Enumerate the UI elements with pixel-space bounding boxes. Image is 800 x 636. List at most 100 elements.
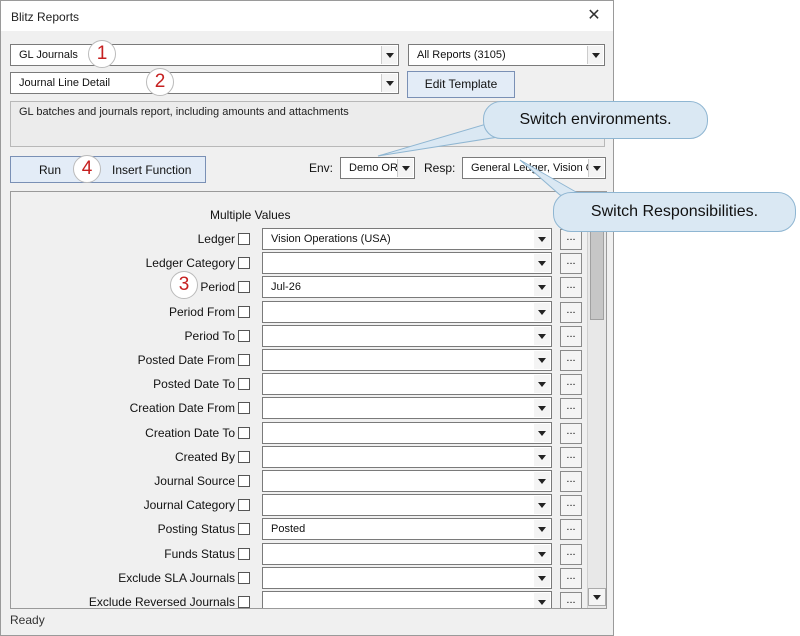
chevron-down-icon[interactable] bbox=[534, 254, 550, 273]
parameter-value: Vision Operations (USA) bbox=[271, 233, 391, 245]
chevron-down-icon[interactable] bbox=[534, 593, 550, 608]
resp-label: Resp: bbox=[424, 161, 456, 175]
chevron-down-icon[interactable] bbox=[534, 472, 550, 490]
parameter-row: Ledger Category... bbox=[11, 252, 601, 275]
ellipsis-button[interactable]: ... bbox=[560, 229, 582, 250]
chevron-down-icon[interactable] bbox=[534, 423, 550, 442]
multiple-values-checkbox[interactable] bbox=[238, 305, 250, 318]
multiple-values-checkbox[interactable] bbox=[238, 499, 250, 512]
status-text: Ready bbox=[10, 613, 45, 627]
ellipsis-button[interactable]: ... bbox=[560, 495, 582, 517]
resp-combo[interactable]: General Ledger, Vision Op bbox=[462, 157, 606, 179]
ellipsis-button[interactable]: ... bbox=[560, 592, 582, 608]
all-reports-combo[interactable]: All Reports (3105) bbox=[408, 44, 605, 66]
parameter-value: Posted bbox=[271, 523, 306, 536]
multiple-values-checkbox[interactable] bbox=[238, 450, 250, 463]
chevron-down-icon[interactable] bbox=[534, 399, 550, 418]
window-title: Blitz Reports bbox=[11, 10, 80, 24]
chevron-down-icon[interactable] bbox=[381, 46, 397, 64]
parameter-value-combo[interactable] bbox=[262, 397, 552, 420]
chevron-down-icon[interactable] bbox=[587, 46, 603, 64]
chevron-down-icon[interactable] bbox=[534, 568, 550, 587]
parameter-value-combo[interactable] bbox=[262, 252, 552, 275]
report-combo[interactable]: GL Journals bbox=[10, 44, 399, 66]
title-bar: Blitz Reports ✕ bbox=[1, 1, 613, 31]
multiple-values-checkbox[interactable] bbox=[238, 571, 250, 584]
parameter-value-combo[interactable]: Jul-26 bbox=[262, 276, 552, 299]
parameter-row: Posted Date To... bbox=[11, 373, 601, 396]
multiple-values-checkbox[interactable] bbox=[238, 233, 250, 245]
ellipsis-button[interactable]: ... bbox=[560, 398, 582, 420]
multiple-values-checkbox[interactable] bbox=[238, 426, 250, 439]
ellipsis-button[interactable]: ... bbox=[560, 253, 582, 275]
parameter-value-combo[interactable] bbox=[262, 349, 552, 371]
multiple-values-checkbox[interactable] bbox=[238, 329, 250, 342]
multiple-values-checkbox[interactable] bbox=[238, 281, 250, 294]
parameter-row: Posted Date From... bbox=[11, 349, 601, 371]
annotation-badge-1: 1 bbox=[88, 40, 116, 68]
parameter-value-combo[interactable] bbox=[262, 542, 552, 565]
multiple-values-checkbox[interactable] bbox=[238, 547, 250, 560]
parameter-label: Posted Date From bbox=[137, 353, 235, 367]
scroll-down-arrow-icon[interactable] bbox=[588, 588, 606, 606]
ellipsis-button[interactable]: ... bbox=[560, 543, 582, 565]
close-icon[interactable]: ✕ bbox=[583, 5, 605, 27]
callout-switch-environments: Switch environments. bbox=[483, 101, 708, 139]
parameter-value-combo[interactable]: Posted bbox=[262, 518, 552, 541]
multiple-values-checkbox[interactable] bbox=[238, 378, 250, 391]
multiple-values-checkbox[interactable] bbox=[238, 475, 250, 487]
run-button[interactable]: Run bbox=[39, 163, 61, 177]
multiple-values-checkbox[interactable] bbox=[238, 354, 250, 366]
chevron-down-icon[interactable] bbox=[534, 278, 550, 297]
multiple-values-checkbox[interactable] bbox=[238, 257, 250, 270]
multiple-values-checkbox[interactable] bbox=[238, 523, 250, 536]
chevron-down-icon[interactable] bbox=[534, 447, 550, 466]
parameter-value-combo[interactable] bbox=[262, 470, 552, 492]
ellipsis-button[interactable]: ... bbox=[560, 301, 582, 323]
template-combo-value: Journal Line Detail bbox=[19, 77, 111, 89]
ellipsis-button[interactable]: ... bbox=[560, 325, 582, 347]
chevron-down-icon[interactable] bbox=[534, 351, 550, 369]
ellipsis-button[interactable]: ... bbox=[560, 567, 582, 589]
ellipsis-button[interactable]: ... bbox=[560, 422, 582, 444]
run-insert-button-group: Run Insert Function bbox=[10, 156, 206, 183]
env-combo[interactable]: Demo OR bbox=[340, 157, 415, 179]
chevron-down-icon[interactable] bbox=[588, 159, 604, 177]
parameter-value-combo[interactable] bbox=[262, 591, 552, 608]
parameter-label: Period To bbox=[184, 328, 235, 343]
blitz-reports-window: Blitz Reports ✕ GL Journals All Reports … bbox=[0, 0, 614, 636]
chevron-down-icon[interactable] bbox=[534, 375, 550, 394]
insert-function-button[interactable]: Insert Function bbox=[112, 163, 191, 177]
chevron-down-icon[interactable] bbox=[534, 544, 550, 563]
ellipsis-button[interactable]: ... bbox=[560, 277, 582, 299]
parameter-value-combo[interactable] bbox=[262, 421, 552, 444]
chevron-down-icon[interactable] bbox=[397, 159, 413, 177]
parameter-value-combo[interactable] bbox=[262, 324, 552, 347]
parameter-value-combo[interactable] bbox=[262, 566, 552, 589]
chevron-down-icon[interactable] bbox=[534, 230, 550, 248]
parameter-value-combo[interactable] bbox=[262, 300, 552, 323]
annotation-badge-4: 4 bbox=[73, 155, 101, 183]
template-combo[interactable]: Journal Line Detail bbox=[10, 72, 399, 94]
chevron-down-icon[interactable] bbox=[534, 326, 550, 345]
parameter-row: Creation Date To... bbox=[11, 421, 601, 444]
chevron-down-icon[interactable] bbox=[534, 496, 550, 515]
multiple-values-checkbox[interactable] bbox=[238, 596, 250, 608]
ellipsis-button[interactable]: ... bbox=[560, 350, 582, 371]
env-label: Env: bbox=[309, 161, 334, 175]
parameter-value-combo[interactable] bbox=[262, 373, 552, 396]
ellipsis-button[interactable]: ... bbox=[560, 519, 582, 541]
parameter-value-combo[interactable] bbox=[262, 445, 552, 468]
parameter-value-combo[interactable] bbox=[262, 494, 552, 517]
multiple-values-checkbox[interactable] bbox=[238, 402, 250, 415]
ellipsis-button[interactable]: ... bbox=[560, 446, 582, 468]
edit-template-button[interactable]: Edit Template bbox=[407, 71, 515, 98]
chevron-down-icon[interactable] bbox=[534, 302, 550, 321]
parameter-row: Period To... bbox=[11, 324, 601, 347]
chevron-down-icon[interactable] bbox=[534, 520, 550, 539]
parameter-label: Posted Date To bbox=[153, 377, 235, 392]
chevron-down-icon[interactable] bbox=[381, 74, 397, 92]
parameter-value-combo[interactable]: Vision Operations (USA) bbox=[262, 228, 552, 250]
ellipsis-button[interactable]: ... bbox=[560, 471, 582, 492]
ellipsis-button[interactable]: ... bbox=[560, 374, 582, 396]
